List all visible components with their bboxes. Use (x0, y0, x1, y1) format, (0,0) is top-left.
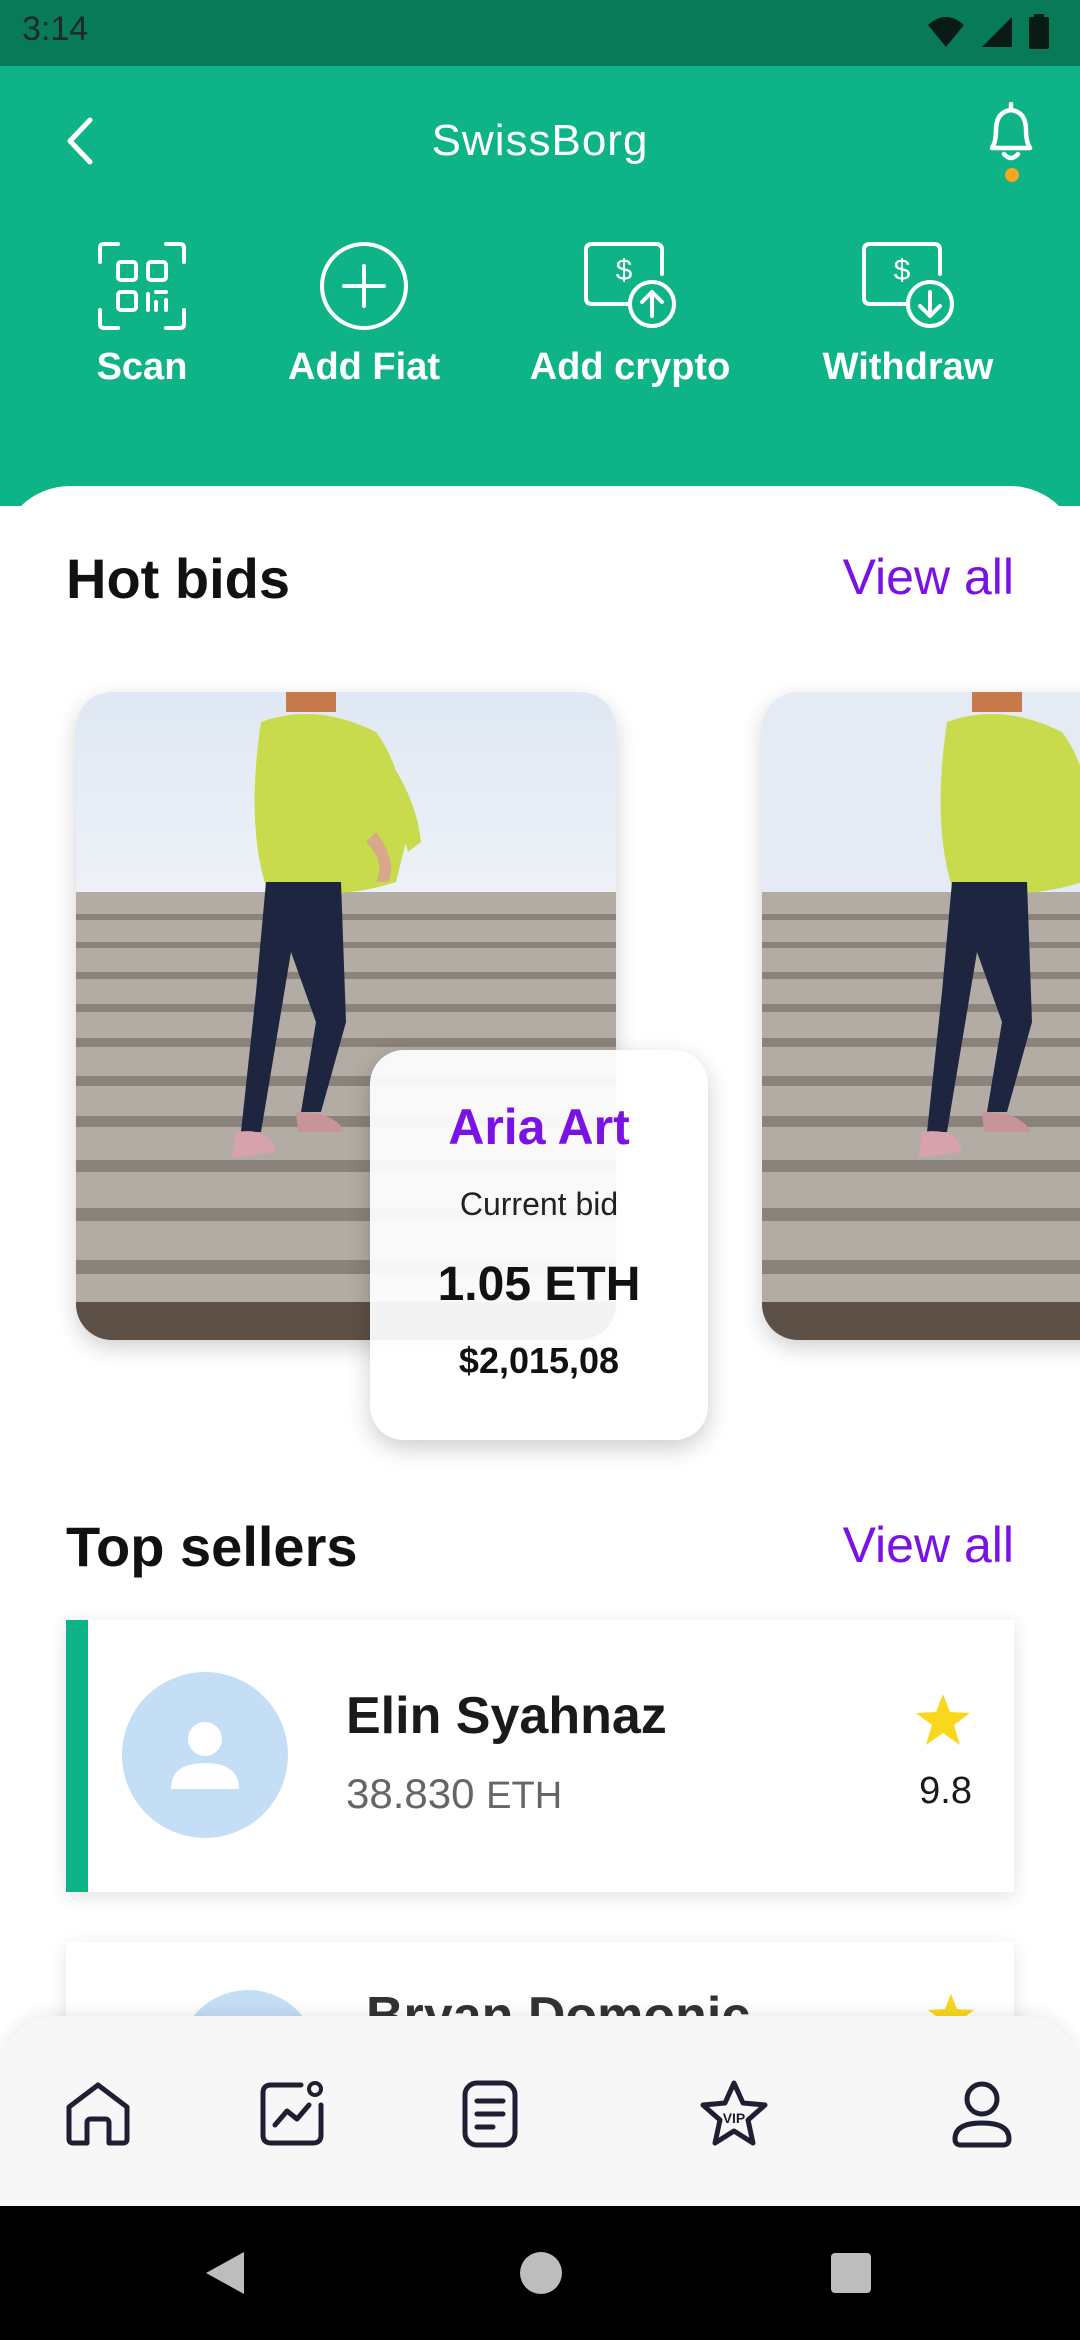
dollar-upload-icon: $ (584, 242, 676, 328)
nav-vip[interactable]: VIP (684, 2064, 784, 2164)
signal-icon (982, 17, 1012, 47)
bid-info-card[interactable]: Aria Art Current bid 1.05 ETH $2,015,08 (370, 1050, 708, 1440)
vip-star-icon: VIP (700, 2080, 768, 2146)
scan-label: Scan (96, 346, 188, 388)
seller-amount-value: 38.830 (346, 1770, 475, 1817)
profile-icon (952, 2081, 1012, 2148)
seller-amount-unit: ETH (486, 1775, 563, 1817)
star-icon (927, 1993, 975, 2016)
seller-rating: 9.8 (919, 1770, 972, 1812)
top-sellers-view-all[interactable]: View all (843, 1516, 1014, 1574)
seller-name: Elin Syahnaz (346, 1687, 667, 1745)
person-icon (171, 1722, 239, 1789)
bottom-nav: VIP (0, 2016, 1080, 2206)
bid-label: Current bid (459, 1186, 619, 1222)
chart-icon (260, 2081, 324, 2146)
system-nav-bar (0, 2206, 1080, 2340)
withdraw-action[interactable]: $ Withdraw (788, 236, 1028, 389)
system-recents-button[interactable] (818, 2240, 884, 2306)
svg-text:$: $ (894, 254, 911, 287)
avatar (122, 1672, 288, 1838)
status-time: 3:14 (22, 10, 89, 48)
star-icon (916, 1694, 970, 1745)
battery-icon (1029, 14, 1049, 49)
square-recents-icon (831, 2253, 871, 2293)
wifi-icon (928, 17, 964, 47)
home-icon (66, 2082, 130, 2146)
header: SwissBorg Scan Add Fiat $ Add crypto $ W… (0, 66, 1080, 506)
svg-text:$: $ (616, 254, 633, 287)
notification-dot (1005, 168, 1019, 182)
hot-bids-title: Hot bids (66, 547, 290, 610)
qr-scan-icon (98, 242, 186, 330)
seller-card[interactable]: Elin Syahnaz 38.830 ETH 9.8 (66, 1620, 1014, 1892)
seller-amount: 38.830 ETH (346, 1770, 562, 1818)
nav-profile[interactable] (932, 2064, 1032, 2164)
dollar-download-icon: $ (862, 242, 954, 328)
bell-icon (989, 101, 1033, 161)
nav-documents[interactable] (440, 2064, 540, 2164)
withdraw-label: Withdraw (822, 346, 994, 388)
triangle-back-icon (206, 2252, 244, 2294)
nav-home[interactable] (48, 2064, 148, 2164)
system-back-button[interactable] (192, 2240, 258, 2306)
add-fiat-label: Add Fiat (288, 346, 440, 388)
bid-usd-value: $2,015,08 (458, 1340, 620, 1381)
hot-bids-view-all[interactable]: View all (843, 548, 1014, 606)
seller-name: Bryan Domonic (366, 1987, 751, 2016)
nav-chart[interactable] (242, 2064, 342, 2164)
add-crypto-action[interactable]: $ Add crypto (510, 236, 750, 389)
plus-circle-icon (320, 242, 408, 330)
document-icon (462, 2080, 518, 2148)
add-crypto-label: Add crypto (529, 346, 731, 388)
seller-card[interactable]: Bryan Domonic (66, 1942, 1014, 2016)
app-title: SwissBorg (431, 116, 649, 165)
nft-card[interactable] (762, 692, 1080, 1340)
status-bar: 3:14 (0, 0, 1080, 66)
quick-actions: Scan Add Fiat $ Add crypto $ Withdraw (0, 236, 1080, 389)
scan-action[interactable]: Scan (22, 236, 262, 389)
circle-home-icon (520, 2252, 562, 2294)
system-home-button[interactable] (508, 2240, 574, 2306)
status-icons (926, 14, 1050, 50)
seller-accent-bar (66, 1620, 88, 1892)
svg-text:VIP: VIP (723, 2110, 746, 2126)
bid-eth-value: 1.05 ETH (437, 1258, 641, 1311)
notifications-button[interactable] (978, 101, 1044, 182)
nft-image (762, 692, 1080, 1340)
bid-artist: Aria Art (448, 1099, 630, 1155)
avatar (178, 1990, 318, 2016)
add-fiat-action[interactable]: Add Fiat (244, 236, 484, 389)
main-content: Hot bids View all Aria Art Current bid 1… (0, 486, 1080, 2016)
top-sellers-title: Top sellers (66, 1515, 358, 1578)
